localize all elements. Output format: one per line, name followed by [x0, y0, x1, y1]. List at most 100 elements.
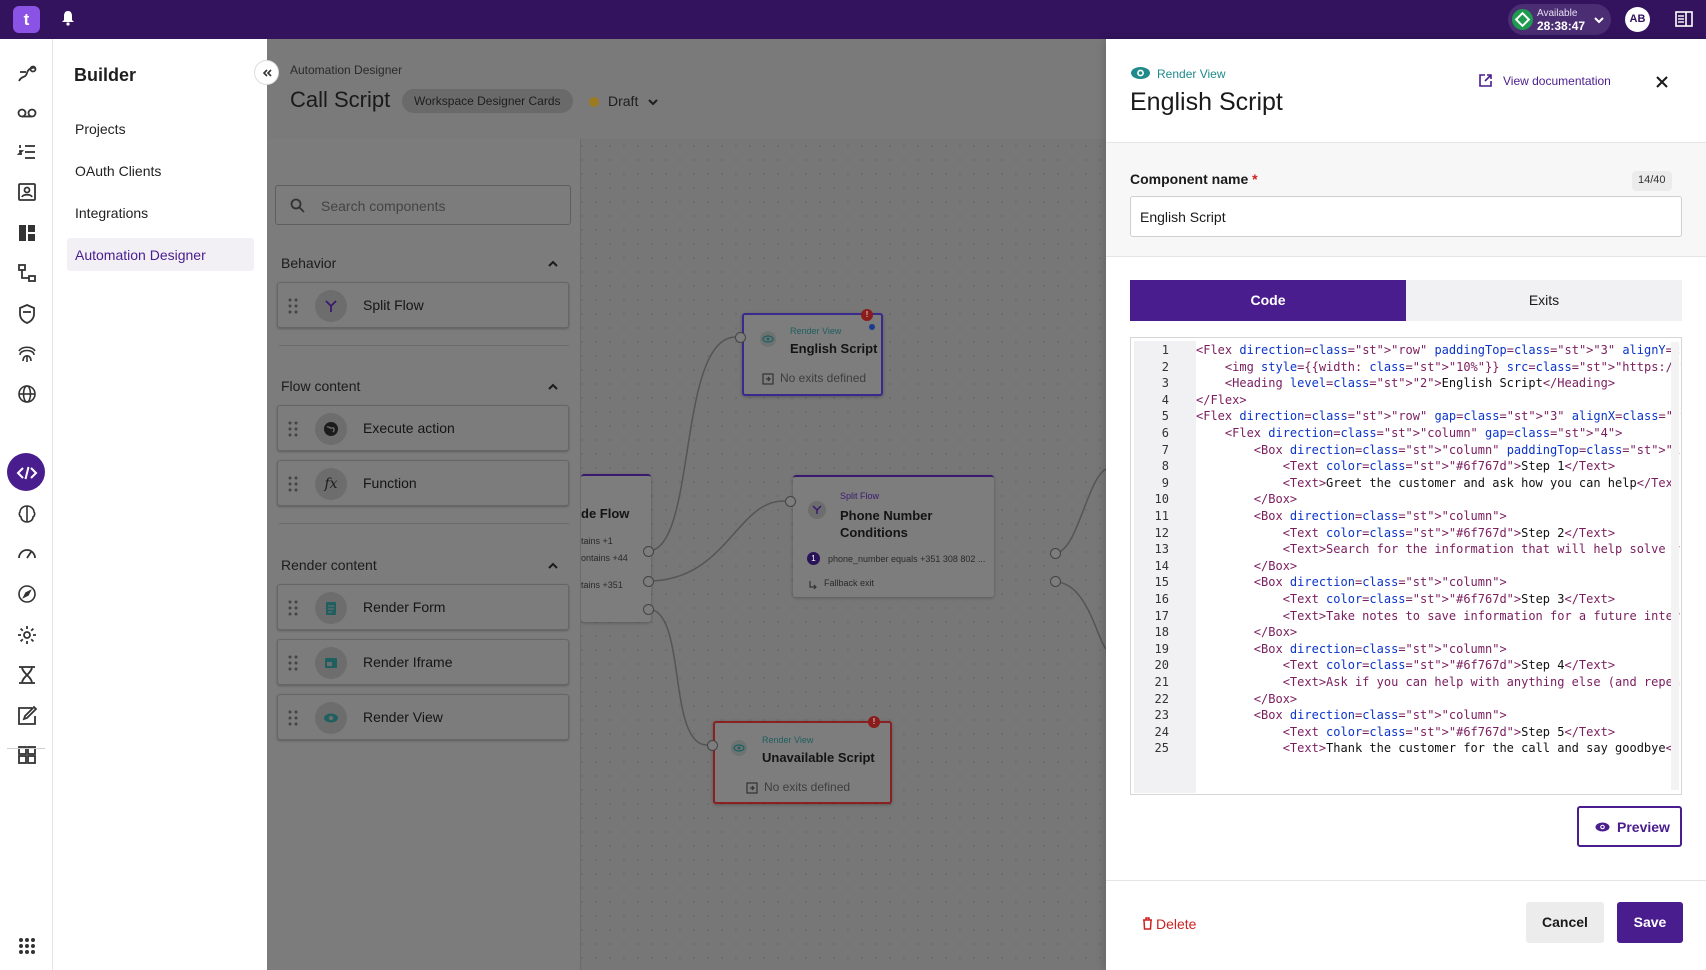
view-documentation-link[interactable]: View documentation: [1503, 74, 1611, 88]
nav-rail: [0, 39, 53, 970]
component-name-label-text: Component name: [1130, 171, 1249, 187]
node-input-port[interactable]: [707, 740, 718, 751]
bell-icon[interactable]: [61, 10, 75, 31]
code-text: </Box>: [1196, 492, 1298, 507]
apps-icon[interactable]: [13, 932, 40, 959]
designer-area: Automation Designer Call Script Workspac…: [267, 39, 1106, 970]
list-icon[interactable]: [13, 138, 40, 165]
node-title: de Flow: [581, 506, 630, 521]
palette-item-function[interactable]: fx Function: [277, 460, 569, 506]
sidebar-item-integrations[interactable]: Integrations: [67, 196, 254, 229]
code-text: <Box direction=class="st">"column">: [1196, 575, 1507, 590]
compass-icon[interactable]: [13, 580, 40, 607]
code-text: <Heading level=class="st">"2">English Sc…: [1196, 376, 1616, 391]
fallback-arrow-icon: [808, 577, 818, 595]
globe-icon: [315, 413, 347, 445]
agent-status-selector[interactable]: Available 28:38:47: [1508, 4, 1611, 35]
sidebar-item-automation-designer[interactable]: Automation Designer: [67, 238, 254, 271]
draft-status[interactable]: Draft: [608, 93, 638, 109]
code-scrollbar[interactable]: [1671, 342, 1679, 790]
line-number: 8: [1161, 459, 1169, 474]
shield-icon[interactable]: [13, 300, 40, 327]
collapse-sidebar-button[interactable]: [254, 60, 279, 85]
node-output-port[interactable]: [1050, 576, 1061, 587]
node-condition: phone_number equals +351 308 802 ...: [828, 554, 986, 564]
fingerprint-icon[interactable]: [13, 340, 40, 367]
line-number: 9: [1161, 475, 1169, 490]
node-input-port[interactable]: [785, 496, 796, 507]
cancel-button[interactable]: Cancel: [1526, 902, 1604, 943]
sidebar-item-oauth-clients[interactable]: OAuth Clients: [67, 154, 254, 187]
node-title: Unavailable Script: [762, 750, 875, 765]
avatar[interactable]: AB: [1625, 7, 1650, 32]
save-button[interactable]: Save: [1617, 902, 1683, 943]
line-number: 25: [1154, 741, 1169, 756]
palette-item-execute-action[interactable]: Execute action: [277, 405, 569, 451]
gear-icon[interactable]: [13, 621, 40, 648]
close-icon[interactable]: [1655, 75, 1669, 94]
node-output-port[interactable]: [1050, 548, 1061, 559]
drag-handle-icon[interactable]: [288, 421, 298, 442]
breadcrumb[interactable]: Automation Designer: [290, 63, 402, 77]
code-editor[interactable]: 1 <Flex direction=class="st">"row" paddin…: [1130, 337, 1682, 795]
code-text: </Box>: [1196, 625, 1298, 640]
contact-card-icon[interactable]: [13, 178, 40, 205]
drag-handle-icon[interactable]: [288, 655, 298, 676]
tab-code[interactable]: Code: [1130, 280, 1406, 321]
grid-icon[interactable]: [13, 741, 40, 768]
english-script-node[interactable]: Render View English Script No exits defi…: [742, 309, 883, 396]
node-selected-dot: [869, 324, 875, 330]
node-output-port[interactable]: [643, 546, 654, 557]
flow-icon[interactable]: [13, 259, 40, 286]
delete-label: Delete: [1156, 916, 1197, 932]
globe-icon[interactable]: [13, 380, 40, 407]
app-logo[interactable]: t: [13, 6, 40, 33]
function-icon: fx: [315, 468, 347, 500]
section-behavior-title: Behavior: [281, 255, 337, 271]
condition-number-badge: 1: [807, 552, 820, 565]
palette-item-split-flow[interactable]: Split Flow: [277, 282, 569, 328]
eye-icon: [731, 740, 747, 761]
node-condition: tains +351: [581, 580, 623, 590]
line-number: 7: [1161, 442, 1169, 457]
drag-handle-icon[interactable]: [288, 710, 298, 731]
external-link-icon[interactable]: [1478, 73, 1493, 93]
palette-item-render-view[interactable]: Render View: [277, 694, 569, 740]
node-output-port[interactable]: [643, 576, 654, 587]
code-icon[interactable]: [13, 459, 40, 486]
code-text: <Flex direction=class="st">"column" gap=…: [1196, 426, 1623, 440]
component-name-field[interactable]: [1130, 196, 1682, 237]
section-render-content-title: Render content: [281, 557, 377, 573]
brain-icon[interactable]: [13, 500, 40, 527]
palette-item-render-iframe[interactable]: Render Iframe: [277, 639, 569, 685]
code-text: <Flex direction=class="st">"row" gap=cla…: [1196, 409, 1681, 424]
code-text: <Text>Ask if you can help with anything …: [1196, 675, 1681, 689]
chevron-up-icon[interactable]: [546, 380, 560, 399]
line-number: 16: [1154, 592, 1169, 606]
search-components-input[interactable]: Search components: [275, 185, 571, 225]
section-divider: [279, 345, 569, 346]
routing-icon[interactable]: [13, 60, 40, 87]
chevron-up-icon[interactable]: [546, 257, 560, 276]
voicemail-icon[interactable]: [13, 98, 40, 125]
chevron-down-icon[interactable]: [647, 95, 659, 113]
partial-split-node[interactable]: de Flow tains +1 ontains +44 tains +351: [581, 474, 651, 622]
dashboard-icon[interactable]: [13, 219, 40, 246]
palette-item-render-form[interactable]: Render Form: [277, 584, 569, 630]
phone-number-conditions-node[interactable]: Split Flow Phone Number Conditions 1 pho…: [793, 475, 994, 597]
edit-icon[interactable]: [13, 702, 40, 729]
drag-handle-icon[interactable]: [288, 298, 298, 319]
drag-handle-icon[interactable]: [288, 476, 298, 497]
sidebar-item-projects[interactable]: Projects: [67, 112, 254, 145]
dna-icon[interactable]: [13, 661, 40, 688]
node-input-port[interactable]: [735, 332, 746, 343]
split-icon: [315, 290, 347, 322]
side-panel-toggle-icon[interactable]: [1675, 10, 1693, 33]
tab-exits[interactable]: Exits: [1406, 280, 1682, 321]
gauge-icon[interactable]: [13, 540, 40, 567]
node-output-port[interactable]: [643, 604, 654, 615]
preview-button[interactable]: Preview: [1577, 806, 1682, 847]
drag-handle-icon[interactable]: [288, 600, 298, 621]
unavailable-script-node[interactable]: Render View Unavailable Script No exits …: [713, 716, 892, 804]
chevron-up-icon[interactable]: [546, 559, 560, 578]
